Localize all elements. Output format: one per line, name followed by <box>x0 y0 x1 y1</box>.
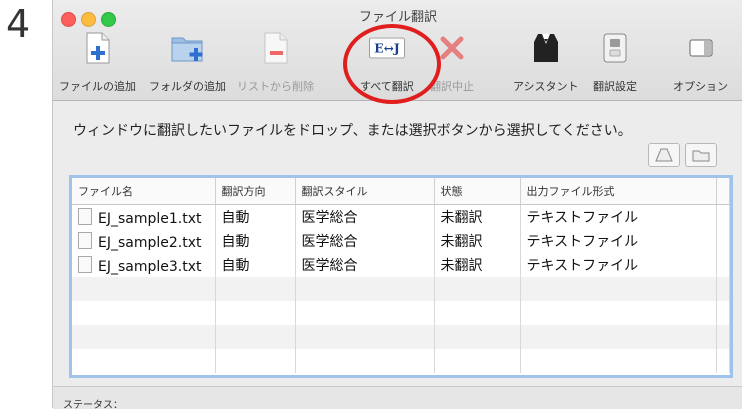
empty-row <box>72 277 730 301</box>
column-header-status[interactable]: 状態 <box>434 178 521 205</box>
table-row[interactable]: EJ_sample1.txt 自動 医学総合 未翻訳 テキストファイル <box>72 204 730 229</box>
text-file-icon <box>78 255 92 273</box>
empty-row <box>72 301 730 325</box>
cell-output-format: テキストファイル <box>520 204 717 229</box>
translate-all-highlight-circle <box>343 24 441 104</box>
column-header-direction[interactable]: 翻訳方向 <box>215 178 296 205</box>
cell-filename: EJ_sample1.txt <box>72 204 216 229</box>
select-folder-icon <box>692 150 710 162</box>
add-folder-button[interactable]: フォルダの追加 <box>149 30 226 96</box>
translation-settings-button[interactable]: 翻訳設定 <box>593 30 637 96</box>
cell-status: 未翻訳 <box>434 204 521 229</box>
select-file-icon <box>655 148 673 162</box>
assistant-button[interactable]: アシスタント <box>513 30 579 96</box>
column-header-empty <box>716 178 730 205</box>
status-label: ステータス： <box>63 400 123 411</box>
remove-from-list-label: リストから削除 <box>237 80 314 93</box>
cell-filename: EJ_sample2.txt <box>72 229 216 253</box>
add-file-button[interactable]: ファイルの追加 <box>59 30 136 96</box>
empty-row <box>72 325 730 349</box>
empty-row <box>72 349 730 373</box>
cell-direction: 自動 <box>215 253 296 277</box>
instruction-text: ウィンドウに翻訳したいファイルをドロップ、または選択ボタンから選択してください。 <box>73 123 632 139</box>
add-folder-icon <box>170 30 206 66</box>
file-translation-window: ファイル翻訳 ファイルの追加 フォルダの追加 リストから削除 E↔J すべて翻訳 <box>52 0 742 411</box>
add-file-icon <box>80 30 116 66</box>
cell-output-format: テキストファイル <box>520 253 717 277</box>
text-file-icon <box>78 207 92 225</box>
settings-switch-icon <box>597 30 633 66</box>
cell-status: 未翻訳 <box>434 229 521 253</box>
cell-status: 未翻訳 <box>434 253 521 277</box>
cell-direction: 自動 <box>215 204 296 229</box>
translation-settings-label: 翻訳設定 <box>593 80 637 93</box>
filename-text: EJ_sample2.txt <box>98 234 202 251</box>
filename-text: EJ_sample3.txt <box>98 258 202 275</box>
options-label: オプション <box>673 80 728 93</box>
remove-file-icon <box>258 30 294 66</box>
table-row[interactable]: EJ_sample3.txt 自動 医学総合 未翻訳 テキストファイル <box>72 253 730 277</box>
table-header-row: ファイル名 翻訳方向 翻訳スタイル 状態 出力ファイル形式 <box>72 178 730 205</box>
select-folder-button[interactable] <box>685 143 717 167</box>
filename-text: EJ_sample1.txt <box>98 210 202 227</box>
select-file-button[interactable] <box>648 143 680 167</box>
options-button[interactable]: オプション <box>673 30 728 96</box>
text-file-icon <box>78 231 92 249</box>
column-header-filename[interactable]: ファイル名 <box>72 178 216 205</box>
cell-style: 医学総合 <box>295 253 435 277</box>
add-file-label: ファイルの追加 <box>59 80 136 93</box>
status-bar <box>53 386 742 409</box>
step-number: 4 <box>6 2 31 46</box>
cell-output-format: テキストファイル <box>520 229 717 253</box>
table-row[interactable]: EJ_sample2.txt 自動 医学総合 未翻訳 テキストファイル <box>72 229 730 253</box>
options-icon <box>683 30 719 66</box>
remove-from-list-button[interactable]: リストから削除 <box>237 30 314 96</box>
cell-style: 医学総合 <box>295 204 435 229</box>
assistant-tuxedo-icon <box>528 30 564 66</box>
cell-filename: EJ_sample3.txt <box>72 253 216 277</box>
assistant-label: アシスタント <box>513 80 579 93</box>
add-folder-label: フォルダの追加 <box>149 80 226 93</box>
title-bar: ファイル翻訳 ファイルの追加 フォルダの追加 リストから削除 E↔J すべて翻訳 <box>53 0 742 104</box>
cell-direction: 自動 <box>215 229 296 253</box>
file-list-table[interactable]: ファイル名 翻訳方向 翻訳スタイル 状態 出力ファイル形式 EJ_sample1… <box>69 175 733 378</box>
cell-style: 医学総合 <box>295 229 435 253</box>
window-title: ファイル翻訳 <box>358 10 437 25</box>
column-header-style[interactable]: 翻訳スタイル <box>295 178 435 205</box>
column-header-output-format[interactable]: 出力ファイル形式 <box>520 178 717 205</box>
